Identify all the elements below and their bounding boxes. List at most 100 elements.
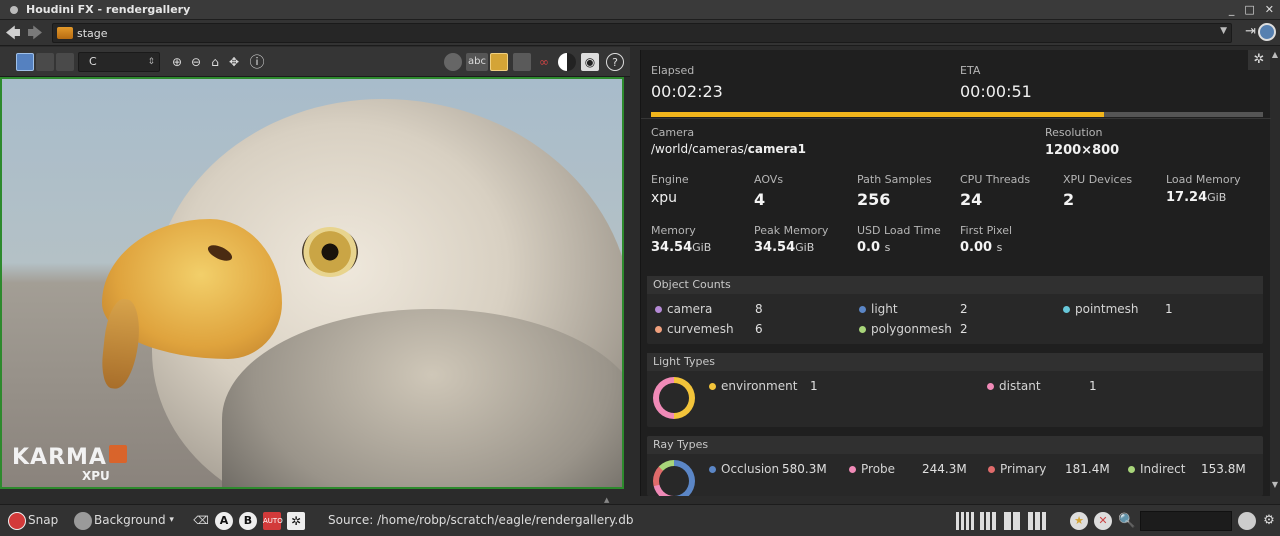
object-counts-title[interactable]: Object Counts [647,276,1263,294]
maximize-icon[interactable]: □ [1244,3,1254,16]
camera-select-value: C [89,55,97,68]
camera-label: Camera [651,126,695,139]
info-icon[interactable]: ⓘ [248,53,266,71]
peak-memory-number: 34.54 [754,240,796,255]
background-button[interactable]: Background ▾ [94,513,174,527]
usd-load-number: 0.0 [857,240,881,255]
object-count-value: 2 [960,322,968,336]
camera-select-arrow-icon: ⇕ [147,57,155,67]
stats-settings-icon[interactable]: ✲ [1248,50,1270,70]
ray-type-value: 244.3M [922,462,967,476]
scroll-down-icon[interactable]: ▼ [1270,480,1280,494]
resolution-value: 1200×800 [1045,143,1120,158]
annotation-icon[interactable]: abc [466,53,488,71]
background-button-label: Background [94,513,166,527]
grid-medium-icon[interactable] [980,512,998,530]
renderer-icon[interactable] [444,53,462,71]
compare-a-button[interactable]: A [215,512,233,530]
object-count-value: 1 [1165,302,1173,316]
polygonmesh-bullet-icon [859,325,866,333]
light-types-donut-chart [653,377,695,419]
path-bar: 🡄 🡆 stage ▼ ⇥ [0,20,1280,46]
clear-filter-icon[interactable]: ✕ [1094,512,1112,530]
window-menu-icon[interactable] [10,5,18,14]
render-progress-fill [651,112,1104,117]
light-types-title[interactable]: Light Types [647,353,1263,371]
splitter-handle-icon[interactable]: ▲ [604,496,609,504]
pin-icon[interactable]: ⇥ [1245,24,1256,39]
render-viewport[interactable]: KARMA XPU [0,77,624,489]
minimize-icon[interactable]: _ [1229,3,1235,16]
window-controls: _ □ ✕ [1229,3,1274,16]
gallery-settings-icon[interactable]: ⚙ [1260,512,1278,530]
compare-b-button[interactable]: B [239,512,257,530]
usd-load-label: USD Load Time [857,224,941,237]
help-icon[interactable]: ? [606,53,624,71]
object-counts-section: Object Counts camera 8 light 2 pointmesh… [647,276,1263,344]
object-count-label: curvemesh [667,322,734,336]
pointmesh-bullet-icon [1063,305,1070,313]
filter-options-icon[interactable] [1238,512,1256,530]
ray-type-value: 181.4M [1065,462,1110,476]
load-memory-label: Load Memory [1166,173,1241,186]
memory-number: 34.54 [651,240,693,255]
background-icon [74,512,92,530]
forward-arrow-icon[interactable]: 🡆 [26,24,44,42]
object-count-item: light [859,302,898,316]
split-view-icon[interactable] [36,53,54,71]
elapsed-value: 00:02:23 [651,82,723,101]
eta-label: ETA [960,64,981,77]
ray-types-title[interactable]: Ray Types [647,436,1263,454]
pane-splitter[interactable] [630,47,638,495]
path-dropdown-icon[interactable]: ▼ [1220,26,1227,36]
object-count-value: 2 [960,302,968,316]
fit-view-icon[interactable]: ✥ [225,53,243,71]
camera-select[interactable]: C ⇕ [78,52,160,72]
zoom-in-icon[interactable]: ⊕ [168,53,186,71]
stereo-icon[interactable]: ∞ [535,53,553,71]
object-count-value: 8 [755,302,763,316]
pane-settings-icon[interactable] [1258,23,1276,41]
memory-value: 34.54GiB [651,240,711,255]
object-count-label: polygonmesh [871,322,952,336]
grid-small-icon[interactable] [1004,512,1022,530]
snap-button[interactable]: Snap [28,513,58,527]
render-settings-button[interactable]: ✲ [287,512,305,530]
object-count-item: camera [655,302,712,316]
ray-type-label: Primary [1000,462,1047,476]
primary-bullet-icon [988,465,995,473]
camera-bullet-icon [655,305,662,313]
auto-snap-button[interactable]: AUTO [263,512,283,530]
object-count-item: pointmesh [1063,302,1139,316]
display-options-icon[interactable]: ◉ [581,53,599,71]
snapshot-view-icon[interactable] [56,53,74,71]
aovs-value: 4 [754,190,766,209]
object-count-label: camera [667,302,713,316]
back-arrow-icon[interactable]: 🡄 [4,24,22,42]
light-type-item: environment [709,379,797,393]
color-correction-icon[interactable] [558,53,576,71]
cpu-threads-value: 24 [960,190,983,209]
light-type-label: environment [721,379,798,393]
search-input[interactable] [1140,511,1232,531]
close-icon[interactable]: ✕ [1265,3,1274,16]
grid-large-icon[interactable] [956,512,974,530]
render-image-eye [302,227,358,277]
bottom-toolbar: Snap Background ▾ ⌫ A B AUTO ✲ Source: /… [0,504,1280,536]
network-path-field[interactable]: stage ▼ [52,23,1232,43]
light-toggle-icon[interactable] [490,53,508,71]
path-samples-label: Path Samples [857,173,932,186]
usd-load-unit: s [884,241,891,254]
distant-bullet-icon [987,382,994,390]
zoom-out-icon[interactable]: ⊖ [187,53,205,71]
list-view-icon[interactable] [1028,512,1046,530]
scroll-up-icon[interactable]: ▲ [1270,50,1280,64]
occlusion-bullet-icon [709,465,716,473]
eraser-icon[interactable]: ⌫ [192,512,210,530]
ray-type-value: 153.8M [1201,462,1246,476]
region-icon[interactable] [513,53,531,71]
render-view-icon[interactable] [16,53,34,71]
home-view-icon[interactable]: ⌂ [206,53,224,71]
favorite-filter-icon[interactable]: ★ [1070,512,1088,530]
ray-type-label: Probe [861,462,896,476]
